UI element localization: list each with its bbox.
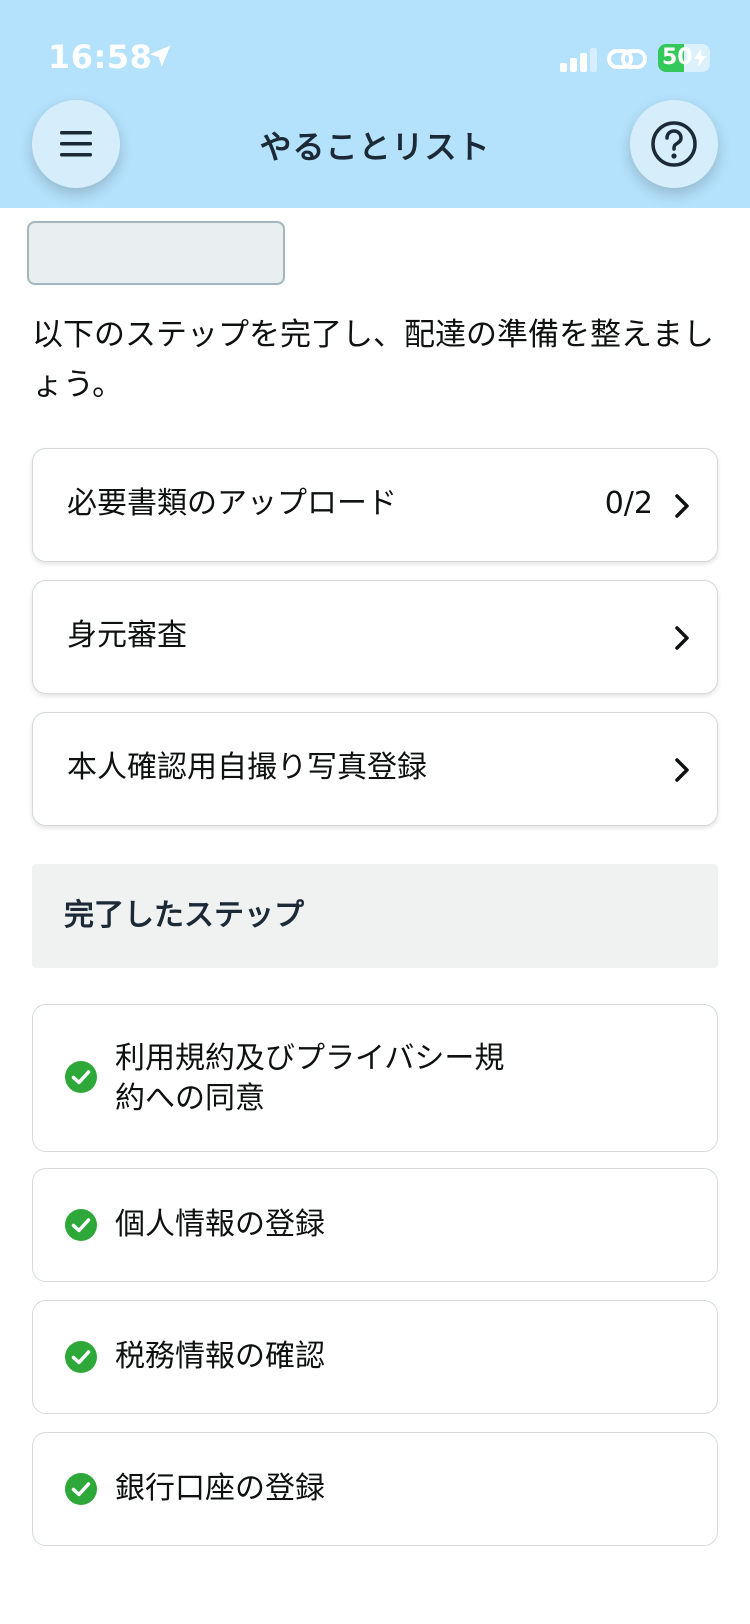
chevron-right-icon (675, 494, 689, 518)
status-bar: 16:58 50 (0, 0, 750, 100)
step-identity-check[interactable]: 身元審査 (32, 580, 718, 694)
personal-hotspot-icon (607, 49, 647, 69)
completed-step-label-line1: 利用規約及びプライバシー規 (115, 1041, 505, 1076)
charging-bolt-icon (694, 49, 706, 67)
help-button[interactable] (630, 100, 718, 188)
app-header: 16:58 50 やることリスト (0, 0, 750, 208)
completed-step-label: 銀行口座の登録 (115, 1471, 325, 1506)
cellular-signal-icon (560, 48, 597, 72)
battery-percent: 50 (662, 45, 693, 70)
completed-step-terms-agreement: 利用規約及びプライバシー規 約への同意 (32, 1004, 718, 1152)
completed-step-label: 税務情報の確認 (115, 1339, 325, 1374)
battery-icon: 50 (658, 44, 710, 72)
status-time: 16:58 (48, 38, 153, 76)
step-selfie-registration[interactable]: 本人確認用自撮り写真登録 (32, 712, 718, 826)
check-circle-icon (65, 1061, 97, 1093)
check-circle-icon (65, 1209, 97, 1241)
status-placeholder-box (27, 221, 285, 285)
question-circle-icon (651, 121, 697, 167)
step-progress-count: 0/2 (604, 486, 653, 521)
check-circle-icon (65, 1473, 97, 1505)
step-upload-documents[interactable]: 必要書類のアップロード 0/2 (32, 448, 718, 562)
completed-steps-title: 完了したステップ (64, 898, 304, 933)
chevron-right-icon (675, 758, 689, 782)
step-label: 必要書類のアップロード (67, 486, 397, 521)
check-circle-icon (65, 1341, 97, 1373)
step-label: 本人確認用自撮り写真登録 (67, 750, 427, 785)
location-arrow-icon (149, 45, 171, 67)
completed-steps-header: 完了したステップ (32, 864, 718, 968)
completed-step-tax-info: 税務情報の確認 (32, 1300, 718, 1414)
completed-step-label-line2: 約への同意 (115, 1081, 265, 1116)
completed-step-bank-account: 銀行口座の登録 (32, 1432, 718, 1546)
chevron-right-icon (675, 626, 689, 650)
intro-text: 以下のステップを完了し、配達の準備を整えましょう。 (32, 317, 714, 403)
completed-step-personal-info: 個人情報の登録 (32, 1168, 718, 1282)
completed-step-label: 個人情報の登録 (115, 1207, 325, 1242)
step-label: 身元審査 (67, 618, 187, 653)
